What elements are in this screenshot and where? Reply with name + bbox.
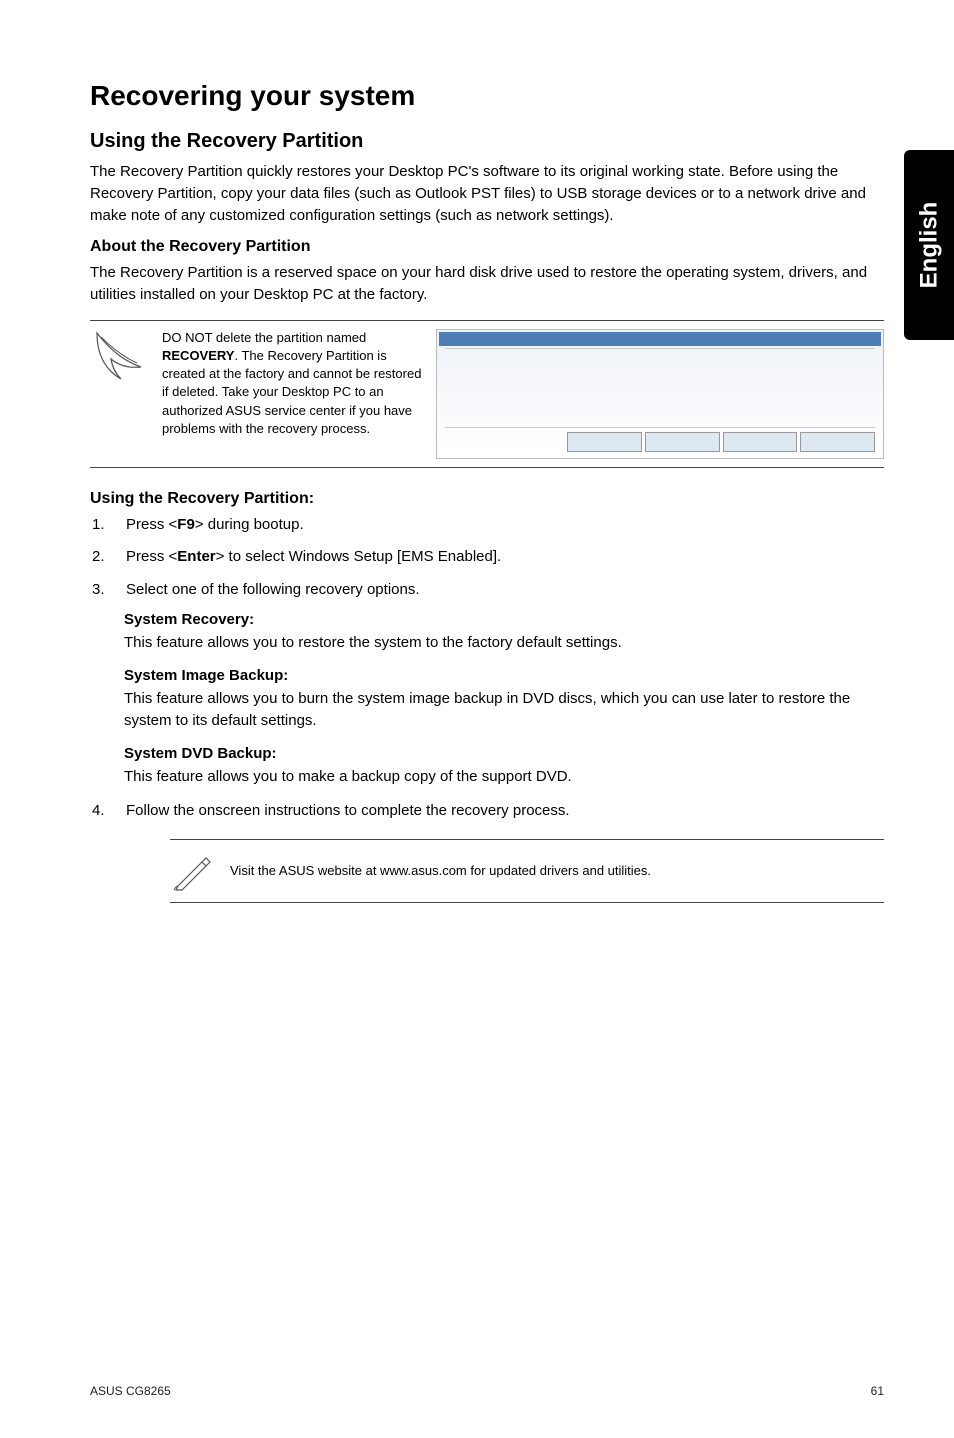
step-text-post: > to select Windows Setup [EMS Enabled].	[216, 548, 502, 565]
step-text-bold: F9	[177, 516, 195, 533]
step-text-bold: Enter	[177, 548, 215, 565]
step-number: 4.	[92, 800, 105, 823]
step-text: Follow the onscreen instructions to comp…	[126, 802, 570, 819]
callout-text: DO NOT delete the partition named RECOVE…	[162, 329, 422, 438]
page-title: Recovering your system	[90, 80, 884, 112]
option-title: System DVD Backup:	[124, 745, 884, 762]
step-3: 3. Select one of the following recovery …	[92, 579, 884, 602]
section-heading-about: About the Recovery Partition	[90, 238, 884, 256]
footer-page-number: 61	[871, 1384, 884, 1398]
section-heading-recovery-partition: Using the Recovery Partition	[90, 130, 884, 153]
step-number: 3.	[92, 579, 105, 602]
disk-management-screenshot	[436, 329, 884, 459]
callout-prefix: DO NOT delete the partition named	[162, 330, 366, 345]
footer-product: ASUS CG8265	[90, 1384, 171, 1398]
language-tab-label: English	[915, 202, 943, 289]
usage-heading: Using the Recovery Partition:	[90, 490, 884, 508]
option-desc: This feature allows you to restore the s…	[124, 632, 884, 655]
warning-callout: DO NOT delete the partition named RECOVE…	[90, 320, 884, 468]
pen-icon	[170, 850, 216, 892]
language-tab: English	[904, 150, 954, 340]
step-text-post: Select one of the following recovery opt…	[126, 581, 420, 598]
option-title: System Recovery:	[124, 611, 884, 628]
option-desc: This feature allows you to make a backup…	[124, 766, 884, 789]
steps-list: 1. Press <F9> during bootup. 2. Press <E…	[92, 514, 884, 602]
page: English Recovering your system Using the…	[0, 0, 954, 1438]
step-1: 1. Press <F9> during bootup.	[92, 514, 884, 537]
note-text: Visit the ASUS website at www.asus.com f…	[230, 863, 651, 878]
step-2: 2. Press <Enter> to select Windows Setup…	[92, 546, 884, 569]
warning-icon	[90, 329, 150, 383]
option-system-recovery: System Recovery: This feature allows you…	[124, 611, 884, 655]
step-number: 1.	[92, 514, 105, 537]
section-paragraph-1: The Recovery Partition quickly restores …	[90, 161, 884, 226]
option-system-dvd-backup: System DVD Backup: This feature allows y…	[124, 745, 884, 789]
option-system-image-backup: System Image Backup: This feature allows…	[124, 667, 884, 733]
option-desc: This feature allows you to burn the syst…	[124, 688, 884, 733]
section-paragraph-2: The Recovery Partition is a reserved spa…	[90, 262, 884, 306]
step-text-post: > during bootup.	[195, 516, 304, 533]
callout-body: DO NOT delete the partition named RECOVE…	[162, 329, 884, 459]
page-footer: ASUS CG8265 61	[90, 1384, 884, 1398]
option-title: System Image Backup:	[124, 667, 884, 684]
step-text-pre: Press <	[126, 516, 177, 533]
step-4: 4. Follow the onscreen instructions to c…	[92, 800, 884, 823]
note-callout: Visit the ASUS website at www.asus.com f…	[170, 839, 884, 903]
step-text-pre: Press <	[126, 548, 177, 565]
callout-bold: RECOVERY	[162, 348, 234, 363]
steps-list-continued: 4. Follow the onscreen instructions to c…	[92, 800, 884, 823]
step-number: 2.	[92, 546, 105, 569]
